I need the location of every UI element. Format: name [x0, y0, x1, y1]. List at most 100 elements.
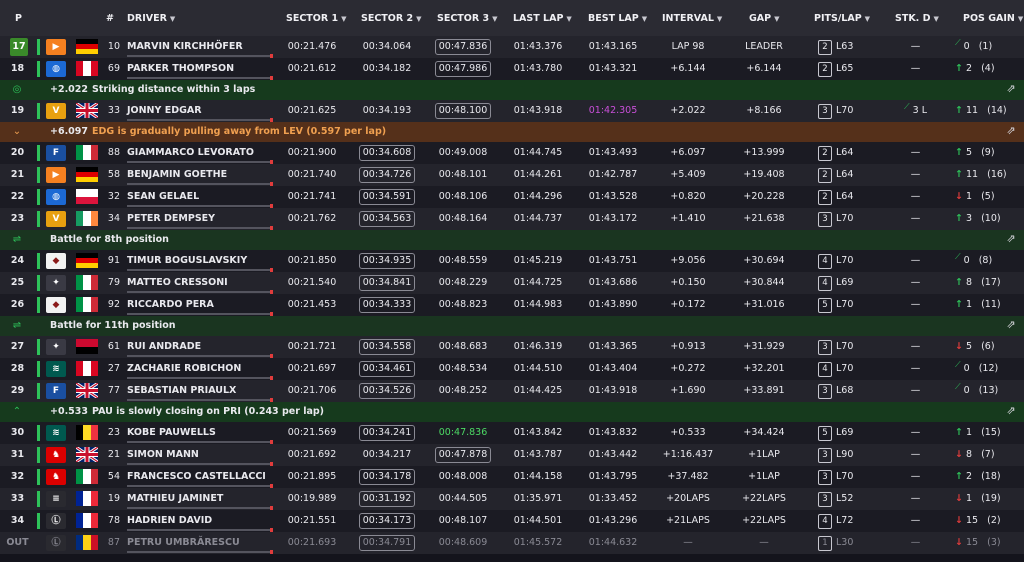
position-gain: ↓ 5 (6) [955, 336, 1017, 358]
table-row[interactable]: 19 V 33 JONNY EDGAR 00:21.625 00:34.193 00:48.… [0, 100, 1024, 122]
sector-time: 00:34.791 [357, 532, 417, 554]
lap-number: L70 [836, 255, 854, 266]
gap: — [759, 537, 769, 548]
flag-icon [76, 425, 98, 440]
table-row[interactable]: 32 ♞ 54 FRANCESCO CASTELLACCI 00:21.895 00:34… [0, 466, 1024, 488]
table-row[interactable]: 31 ♞ 21 SIMON MANN 00:21.692 00:34.217 00:47.8… [0, 444, 1024, 466]
sector-value: 00:21.850 [287, 255, 337, 266]
stint-value: — [910, 363, 921, 374]
table-row[interactable]: 21 ▶ 58 BENJAMIN GOETHE 00:21.740 00:34.726 00… [0, 164, 1024, 186]
pit-count-badge: 1 [818, 536, 832, 551]
col-sector2[interactable]: SECTOR 2 ▼ [361, 13, 421, 24]
stint-value: — [910, 427, 921, 438]
stint-delta: — [888, 444, 943, 466]
gain-paren: (13) [978, 385, 999, 396]
interval: +1:16.437 [662, 449, 714, 460]
col-stk-d[interactable]: STK. D ▼ [895, 13, 939, 24]
sector-value: 00:48.229 [438, 277, 488, 288]
gain-paren: (11) [981, 299, 1001, 310]
col-pos-gain[interactable]: POS GAIN ▼ [963, 13, 1023, 24]
best-lap: 01:33.452 [588, 493, 638, 504]
chart-icon[interactable]: ⇗ [1004, 404, 1018, 418]
table-row[interactable]: 26 ◆ 92 RICCARDO PERA 00:21.453 00:34.333 00:4… [0, 294, 1024, 316]
col-gap[interactable]: GAP ▼ [749, 13, 780, 24]
table-row[interactable]: 22 ◍ 32 SEAN GELAEL 00:21.741 00:34.591 00:48.… [0, 186, 1024, 208]
sort-caret-icon: ▼ [933, 15, 939, 23]
stint-value: — [910, 41, 921, 52]
table-row[interactable]: 33 ≡ 19 MATHIEU JAMINET 00:19.989 00:31.192 00… [0, 488, 1024, 510]
col-last-lap[interactable]: LAST LAP ▼ [513, 13, 572, 24]
table-row[interactable]: 30 ≋ 23 KOBE PAUWELLS 00:21.569 00:34.241 00:4… [0, 422, 1024, 444]
lap-number: L70 [836, 299, 854, 310]
table-row[interactable]: 20 F 88 GIAMMARCO LEVORATO 00:21.900 00:34.60… [0, 142, 1024, 164]
sector-time: 00:21.762 [282, 208, 342, 230]
stint-value: — [910, 255, 921, 266]
sector-time: 00:21.900 [282, 142, 342, 164]
sector-time: 00:34.193 [357, 100, 417, 122]
table-row[interactable]: 17 ▶ 10 MARVIN KIRCHHÖFER 00:21.476 00:34.064… [0, 36, 1024, 58]
sector-value: 00:21.612 [287, 63, 337, 74]
sector-time: 00:34.841 [357, 272, 417, 294]
gap: +22LAPS [742, 493, 786, 504]
sort-caret-icon: ▼ [416, 15, 422, 23]
sector-value: 00:34.591 [358, 189, 416, 205]
position-gain: ⟋ 0 (12) [955, 358, 1017, 380]
team-vantage-icon: V [46, 103, 66, 119]
chart-icon[interactable]: ⇗ [1004, 232, 1018, 246]
chart-icon[interactable]: ⇗ [1004, 82, 1018, 96]
table-row[interactable]: 34 Ⓛ 78 HADRIEN DAVID 00:21.551 00:34.173 00:4… [0, 510, 1024, 532]
sector-time: 00:34.726 [357, 164, 417, 186]
table-row[interactable]: OUT Ⓛ 87 PETRU UMBRĂRESCU 00:21.693 00:34.791… [0, 532, 1024, 554]
chart-icon[interactable]: ⇗ [1004, 124, 1018, 138]
col-sector1[interactable]: SECTOR 1 ▼ [286, 13, 346, 24]
table-row[interactable]: 23 V 34 PETER DEMPSEY 00:21.762 00:34.563 00:4… [0, 208, 1024, 230]
position-gain: ↑ 1 (15) [955, 422, 1017, 444]
pits-lap: 4 L70 [818, 250, 868, 272]
car-number: 10 [107, 41, 120, 52]
chart-icon[interactable]: ⇗ [1004, 318, 1018, 332]
interval: +0.150 [670, 277, 706, 288]
stint-delta: — [888, 358, 943, 380]
best-lap: 01:43.365 [588, 341, 638, 352]
table-row[interactable]: 25 ✦ 79 MATTEO CRESSONI 00:21.540 00:34.841 00… [0, 272, 1024, 294]
col-best-lap[interactable]: BEST LAP ▼ [588, 13, 647, 24]
table-row[interactable]: 24 ◆ 91 TIMUR BOGUSLAVSKIY 00:21.850 00:34.93… [0, 250, 1024, 272]
sector-time: 00:34.217 [357, 444, 417, 466]
sector-time: 00:49.008 [433, 142, 493, 164]
pit-count-badge: 3 [818, 104, 832, 119]
sector-value: 00:48.559 [438, 255, 488, 266]
position: 28 [10, 363, 25, 374]
pit-count-badge: 4 [818, 254, 832, 269]
col-interval[interactable]: INTERVAL ▼ [662, 13, 722, 24]
sector-value: 00:44.505 [438, 493, 488, 504]
pits-lap: 4 L69 [818, 272, 868, 294]
sector-value: 00:48.609 [438, 537, 488, 548]
sector-value: 00:34.526 [358, 383, 416, 399]
sector-value: 00:34.563 [358, 211, 416, 227]
table-row[interactable]: 29 F 77 SEBASTIAN PRIAULX 00:21.706 00:34.526… [0, 380, 1024, 402]
table-row[interactable]: 27 ✦ 61 RUI ANDRADE 00:21.721 00:34.558 00:48.… [0, 336, 1024, 358]
col-position[interactable]: P [15, 13, 22, 24]
col-pits-lap[interactable]: PITS/LAP ▼ [814, 13, 870, 24]
col-number[interactable]: # [106, 13, 114, 24]
status-indicator [37, 361, 40, 377]
sector-value: 00:19.989 [287, 493, 337, 504]
flag-icon [76, 189, 98, 204]
sector-time: 00:48.609 [433, 532, 493, 554]
table-row[interactable]: 28 ≋ 27 ZACHARIE ROBICHON 00:21.697 00:34.461… [0, 358, 1024, 380]
table-row[interactable]: 18 ◍ 69 PARKER THOMPSON 00:21.612 00:34.182 00… [0, 58, 1024, 80]
status-indicator [37, 61, 40, 77]
trend-spark-icon: ⟋ [955, 360, 961, 369]
last-lap: 01:44.737 [513, 213, 563, 224]
best-lap: 01:43.890 [588, 299, 638, 310]
progress-bar [127, 290, 273, 294]
position: 24 [10, 255, 25, 266]
col-sector3[interactable]: SECTOR 3 ▼ [437, 13, 497, 24]
stint-delta: — [888, 422, 943, 444]
pit-count-badge: 5 [818, 298, 832, 313]
flag-icon [76, 535, 98, 550]
pits-lap: 3 L70 [818, 336, 868, 358]
stint-delta: — [888, 336, 943, 358]
gap: +13.999 [743, 147, 785, 158]
col-driver[interactable]: DRIVER ▼ [127, 13, 175, 24]
